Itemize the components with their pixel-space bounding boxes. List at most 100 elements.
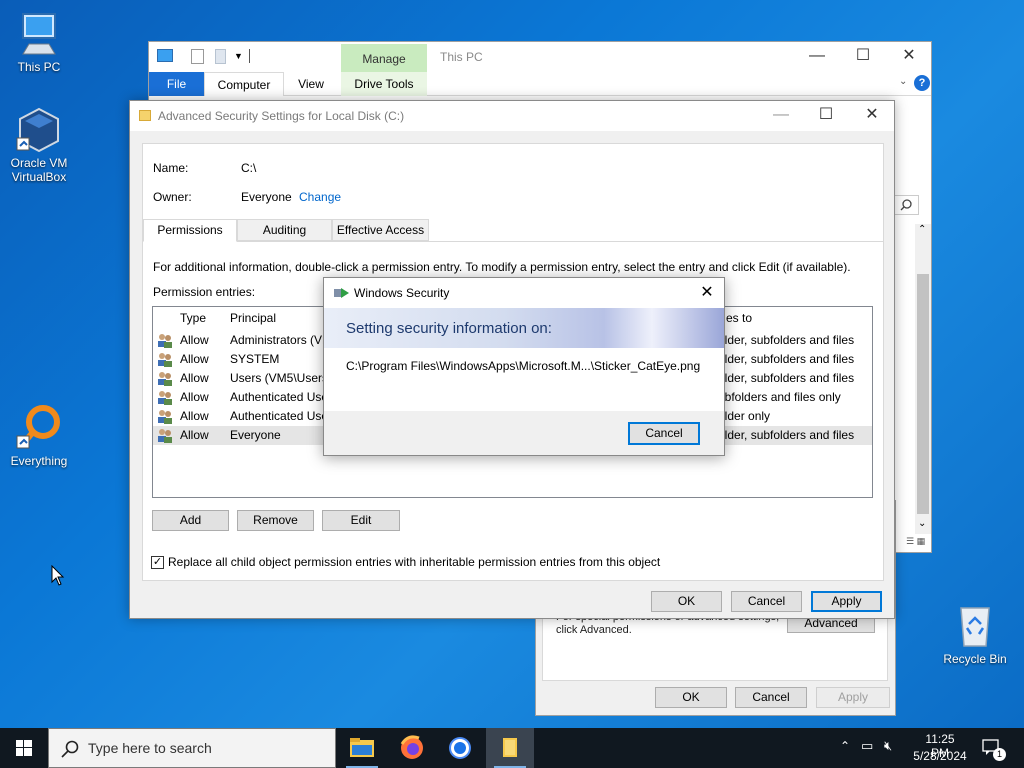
taskbar-properties-window[interactable] bbox=[486, 728, 534, 768]
scroll-down-icon[interactable]: ⌄ bbox=[918, 518, 926, 529]
owner-value: Everyone bbox=[241, 190, 292, 204]
tab-effective-access[interactable]: Effective Access bbox=[332, 219, 429, 241]
apply-button[interactable]: Apply bbox=[816, 687, 890, 708]
desktop-icon-label: Everything bbox=[10, 454, 68, 468]
entry-type: Allow bbox=[180, 390, 209, 404]
column-header-principal[interactable]: Principal bbox=[230, 311, 276, 325]
entry-principal: Authenticated Use bbox=[230, 390, 326, 404]
scroll-up-icon[interactable]: ⌃ bbox=[918, 224, 926, 235]
document-icon bbox=[503, 738, 517, 757]
users-icon bbox=[157, 428, 173, 443]
network-icon[interactable]: ▭ bbox=[861, 738, 873, 754]
maximize-button[interactable]: ☐ bbox=[803, 101, 849, 131]
firefox-icon bbox=[400, 735, 423, 759]
desktop-icon-everything[interactable]: Everything bbox=[1, 404, 77, 468]
ok-button[interactable]: OK bbox=[651, 591, 722, 612]
close-button[interactable]: ✕ bbox=[849, 101, 895, 131]
minimize-button[interactable]: — bbox=[758, 101, 804, 131]
desktop-icon-this-pc[interactable]: This PC bbox=[1, 10, 77, 74]
properties-icon[interactable] bbox=[191, 49, 204, 64]
clock-date[interactable]: 5/28/2024 bbox=[913, 749, 967, 763]
taskbar-search-box[interactable]: Type here to search bbox=[48, 728, 336, 768]
new-folder-icon[interactable] bbox=[215, 49, 226, 64]
edit-button[interactable]: Edit bbox=[322, 510, 400, 531]
computer-icon bbox=[157, 49, 173, 62]
entry-applies-to: older, subfolders and files bbox=[718, 371, 855, 385]
security-body: C:\Program Files\WindowsApps\Microsoft.M… bbox=[324, 348, 724, 411]
view-toggle-icons[interactable]: ☰ ▦ bbox=[906, 536, 930, 548]
desktop-icon-virtualbox[interactable]: Oracle VM VirtualBox bbox=[1, 106, 77, 184]
close-button[interactable]: ✕ bbox=[694, 281, 720, 305]
entry-applies-to: older only bbox=[718, 409, 771, 423]
ok-button[interactable]: OK bbox=[655, 687, 727, 708]
tab-auditing[interactable]: Auditing bbox=[237, 219, 332, 241]
add-button[interactable]: Add bbox=[152, 510, 229, 531]
dialog-title: Advanced Security Settings for Local Dis… bbox=[158, 109, 405, 123]
cancel-button[interactable]: Cancel bbox=[735, 687, 807, 708]
entry-principal: SYSTEM bbox=[230, 352, 280, 366]
entries-label: Permission entries: bbox=[153, 285, 256, 299]
entry-applies-to: older, subfolders and files bbox=[718, 352, 855, 366]
ribbon-collapse-icon[interactable]: ⌄ bbox=[899, 76, 907, 87]
minimize-button[interactable]: — bbox=[794, 42, 840, 72]
name-label: Name: bbox=[153, 161, 189, 175]
taskbar-file-explorer[interactable] bbox=[338, 728, 386, 768]
dialog-titlebar: Advanced Security Settings for Local Dis… bbox=[130, 101, 894, 131]
cancel-button[interactable]: Cancel bbox=[628, 422, 700, 445]
virtualbox-icon bbox=[15, 106, 63, 154]
entry-principal: Users (VM5\Users) bbox=[230, 371, 326, 385]
cancel-button[interactable]: Cancel bbox=[731, 591, 802, 612]
help-icon[interactable]: ? bbox=[914, 75, 930, 91]
explorer-title: This PC bbox=[440, 50, 483, 64]
users-icon bbox=[157, 352, 173, 367]
owner-label: Owner: bbox=[153, 190, 192, 204]
close-button[interactable]: ✕ bbox=[886, 42, 932, 72]
vertical-scrollbar[interactable]: ⌃ ⌄ bbox=[915, 224, 931, 534]
manage-context-tab[interactable]: Manage bbox=[341, 44, 427, 72]
tab-file[interactable]: File bbox=[149, 72, 204, 96]
ribbon-tabs: File Computer View Drive Tools ⌄ ? bbox=[149, 72, 931, 96]
folder-icon bbox=[350, 738, 374, 757]
apply-button[interactable]: Apply bbox=[811, 591, 882, 612]
volume-muted-icon[interactable]: 🔇︎ bbox=[884, 738, 892, 754]
qat-separator bbox=[249, 49, 250, 63]
windows-logo-icon bbox=[16, 740, 32, 756]
tab-computer[interactable]: Computer bbox=[204, 72, 284, 96]
desktop-icon-recycle-bin[interactable]: Recycle Bin bbox=[937, 602, 1013, 666]
maximize-button[interactable]: ☐ bbox=[840, 42, 886, 72]
start-button[interactable] bbox=[0, 728, 48, 768]
taskbar-firefox[interactable] bbox=[388, 728, 436, 768]
entry-applies-to: older, subfolders and files bbox=[718, 428, 855, 442]
taskbar-chrome[interactable] bbox=[436, 728, 484, 768]
column-header-type[interactable]: Type bbox=[180, 311, 206, 325]
notification-count-badge: 1 bbox=[993, 748, 1006, 761]
chrome-icon bbox=[449, 737, 471, 759]
search-icon bbox=[61, 740, 79, 758]
entry-type: Allow bbox=[180, 428, 209, 442]
recycle-bin-icon bbox=[951, 602, 999, 650]
scroll-thumb[interactable] bbox=[917, 274, 929, 514]
entry-applies-to: older, subfolders and files bbox=[718, 333, 855, 347]
entry-type: Allow bbox=[180, 333, 209, 347]
replace-child-label[interactable]: Replace all child object permission entr… bbox=[168, 555, 660, 569]
tab-permissions[interactable]: Permissions bbox=[143, 219, 237, 242]
security-arrow-icon bbox=[334, 287, 350, 299]
replace-child-checkbox[interactable]: ✓ bbox=[151, 556, 164, 569]
tab-drive-tools[interactable]: Drive Tools bbox=[341, 72, 427, 96]
security-titlebar: Windows Security ✕ bbox=[324, 278, 724, 308]
show-hidden-icons[interactable]: ⌃ bbox=[840, 739, 850, 753]
users-icon bbox=[157, 371, 173, 386]
change-owner-link[interactable]: Change bbox=[299, 190, 341, 204]
computer-icon bbox=[15, 10, 63, 58]
security-banner: Setting security information on: bbox=[324, 308, 724, 348]
search-box[interactable] bbox=[893, 195, 919, 215]
qat-dropdown-icon[interactable]: ▼ bbox=[234, 51, 243, 61]
tab-view[interactable]: View bbox=[289, 72, 333, 96]
remove-button[interactable]: Remove bbox=[237, 510, 314, 531]
column-header-applies-to[interactable]: es to bbox=[726, 311, 752, 325]
users-icon bbox=[157, 409, 173, 424]
taskbar: Type here to search ⌃ ▭ 🔇︎ 11:25 PM 5/28… bbox=[0, 728, 1024, 768]
users-icon bbox=[157, 333, 173, 348]
entry-type: Allow bbox=[180, 352, 209, 366]
entry-type: Allow bbox=[180, 409, 209, 423]
